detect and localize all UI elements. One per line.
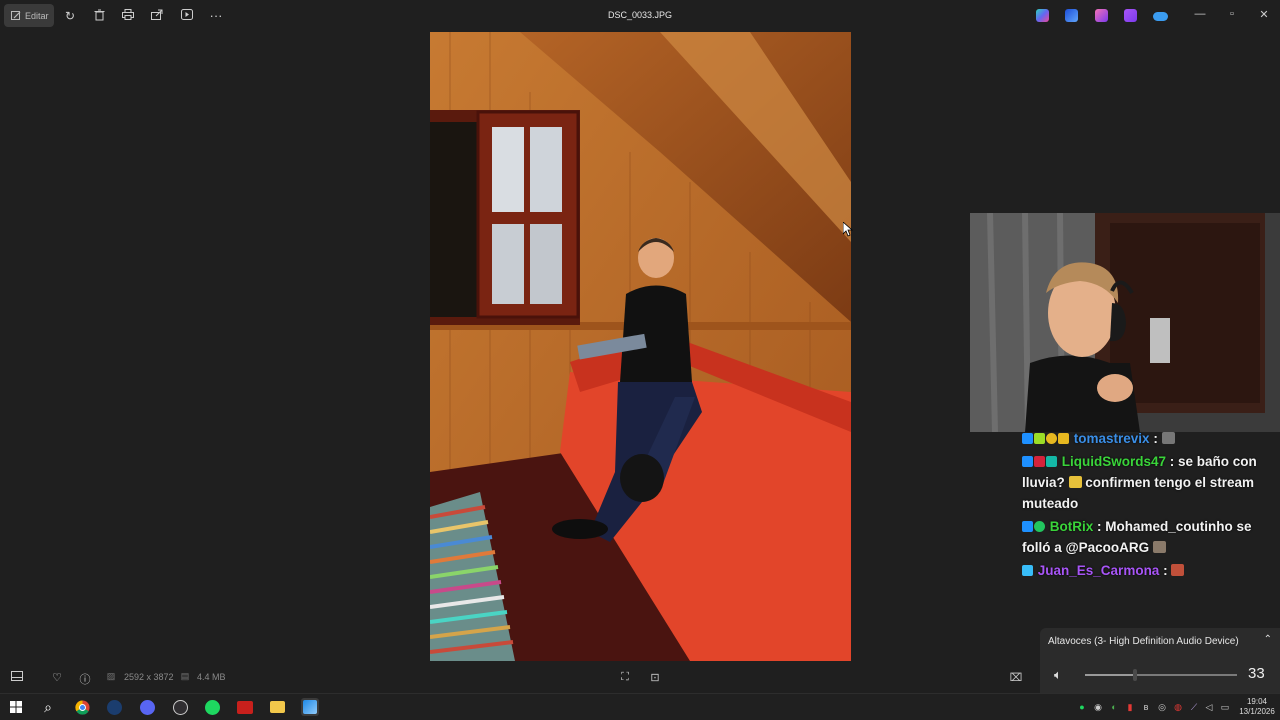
- chat-message: tomastrevix :: [1022, 428, 1280, 449]
- taskbar-clock[interactable]: 19:04 13/1/2026: [1236, 697, 1278, 717]
- volume-slider-thumb[interactable]: [1133, 669, 1138, 681]
- chat-message: Juan_Es_Carmona :: [1022, 560, 1280, 581]
- verified-badge-icon: [1034, 521, 1045, 532]
- emote-icon: [1161, 432, 1175, 444]
- clock-time: 19:04: [1246, 697, 1268, 706]
- info-icon[interactable]: ⓘ: [78, 671, 92, 687]
- spotify-tray-icon[interactable]: ●: [1077, 702, 1087, 712]
- file-size-icon: ▤: [180, 671, 190, 681]
- bluetooth-tray-icon[interactable]: ʙ: [1141, 702, 1151, 712]
- tray-app-icon[interactable]: ◎: [1157, 702, 1167, 712]
- voicemeeter-icon[interactable]: [236, 698, 254, 716]
- maximize-button[interactable]: ▫: [1225, 8, 1239, 20]
- search-icon[interactable]: ⌕: [39, 698, 57, 716]
- network-tray-icon[interactable]: ▭: [1220, 702, 1230, 712]
- paint-icon[interactable]: [1124, 9, 1137, 22]
- minimize-button[interactable]: —: [1193, 8, 1207, 20]
- image-dimensions: 2592 x 3872: [124, 672, 174, 682]
- emote-icon: [1068, 476, 1082, 488]
- moderator-badge-icon: [1022, 521, 1033, 532]
- actual-size-icon[interactable]: ⊡: [648, 671, 662, 684]
- chevron-up-icon[interactable]: ⌃: [1264, 634, 1272, 645]
- gift-badge-icon: [1046, 433, 1057, 444]
- photo-image: [430, 32, 851, 661]
- webcam-image: [970, 213, 1280, 432]
- volume-tray-icon[interactable]: ◁: [1204, 702, 1214, 712]
- stream-chat: tomastrevix : LiquidSwords47 : se baño c…: [1022, 428, 1280, 583]
- dimensions-icon: ▨: [106, 671, 116, 681]
- emote-icon: [1152, 541, 1166, 553]
- audio-device-label[interactable]: Altavoces (3- High Definition Audio Devi…: [1048, 636, 1239, 647]
- chrome-icon[interactable]: [73, 698, 91, 716]
- sub-badge-icon: [1034, 433, 1045, 444]
- sub-badge-icon: [1022, 565, 1033, 576]
- moderator-badge-icon: [1022, 456, 1033, 467]
- file-title: DSC_0033.JPG: [607, 10, 673, 20]
- sub-badge-icon: [1034, 456, 1045, 467]
- fit-to-window-icon[interactable]: ⛶: [618, 671, 632, 684]
- speaker-icon[interactable]: 🔈︎: [1054, 667, 1062, 683]
- chat-text: :: [1159, 563, 1172, 578]
- volume-slider[interactable]: [1085, 669, 1237, 681]
- taskbar: ⌕ ● ◉ ◐ ▮ ʙ ◎ ◍ ⟋ ◁ ▭ 19:04 13/1/2026: [0, 693, 1280, 720]
- start-icon[interactable]: [7, 698, 25, 716]
- volume-slider-fill: [1085, 674, 1136, 676]
- close-button[interactable]: ✕: [1257, 8, 1271, 21]
- screenshot-icon[interactable]: ⌧: [1009, 671, 1023, 684]
- webcam-overlay: [970, 213, 1280, 432]
- file-explorer-icon[interactable]: [268, 698, 286, 716]
- emote-icon: [1171, 564, 1185, 576]
- photos-toolbar: Editar ↻ ··· DSC_0033.JPG — ▫ ✕: [0, 0, 1280, 32]
- photos-app-icon[interactable]: [301, 698, 319, 716]
- discord-tray-icon[interactable]: ◉: [1093, 702, 1103, 712]
- copilot-icon[interactable]: [1036, 9, 1049, 22]
- chat-message: LiquidSwords47 : se baño con lluvia? con…: [1022, 451, 1280, 514]
- volume-flyout: Altavoces (3- High Definition Audio Devi…: [1040, 628, 1280, 693]
- chat-username[interactable]: BotRix: [1050, 519, 1094, 534]
- clock-date: 13/1/2026: [1239, 707, 1275, 716]
- tray-app-icon[interactable]: ◐: [1109, 702, 1119, 712]
- moderator-badge-icon: [1022, 433, 1033, 444]
- discord-icon[interactable]: [138, 698, 156, 716]
- steam-icon[interactable]: [105, 698, 123, 716]
- obs-icon[interactable]: [171, 698, 189, 716]
- tray-app-icon[interactable]: ◍: [1173, 702, 1183, 712]
- crown-badge-icon: [1058, 433, 1069, 444]
- chat-username[interactable]: Juan_Es_Carmona: [1038, 563, 1160, 578]
- file-size: 4.4 MB: [197, 672, 226, 682]
- favorite-icon[interactable]: ♡: [50, 671, 64, 684]
- filmstrip-icon[interactable]: [10, 671, 24, 684]
- mouse-cursor-icon: [843, 222, 853, 237]
- onedrive-icon[interactable]: [1153, 12, 1168, 21]
- photo-view[interactable]: [430, 32, 851, 661]
- spotify-icon[interactable]: [203, 698, 221, 716]
- chat-username[interactable]: tomastrevix: [1074, 431, 1150, 446]
- chat-username[interactable]: LiquidSwords47: [1062, 454, 1166, 469]
- chat-text: :: [1149, 431, 1162, 446]
- tray-app-icon[interactable]: ⟋: [1189, 702, 1199, 712]
- chat-message: BotRix : Mohamed_coutinho se folló a @Pa…: [1022, 516, 1280, 558]
- microphone-tray-icon[interactable]: ▮: [1125, 702, 1135, 712]
- clipchamp-icon[interactable]: [1065, 9, 1078, 22]
- designer-icon[interactable]: [1095, 9, 1108, 22]
- gift-badge-icon: [1046, 456, 1057, 467]
- volume-value: 33: [1248, 665, 1265, 682]
